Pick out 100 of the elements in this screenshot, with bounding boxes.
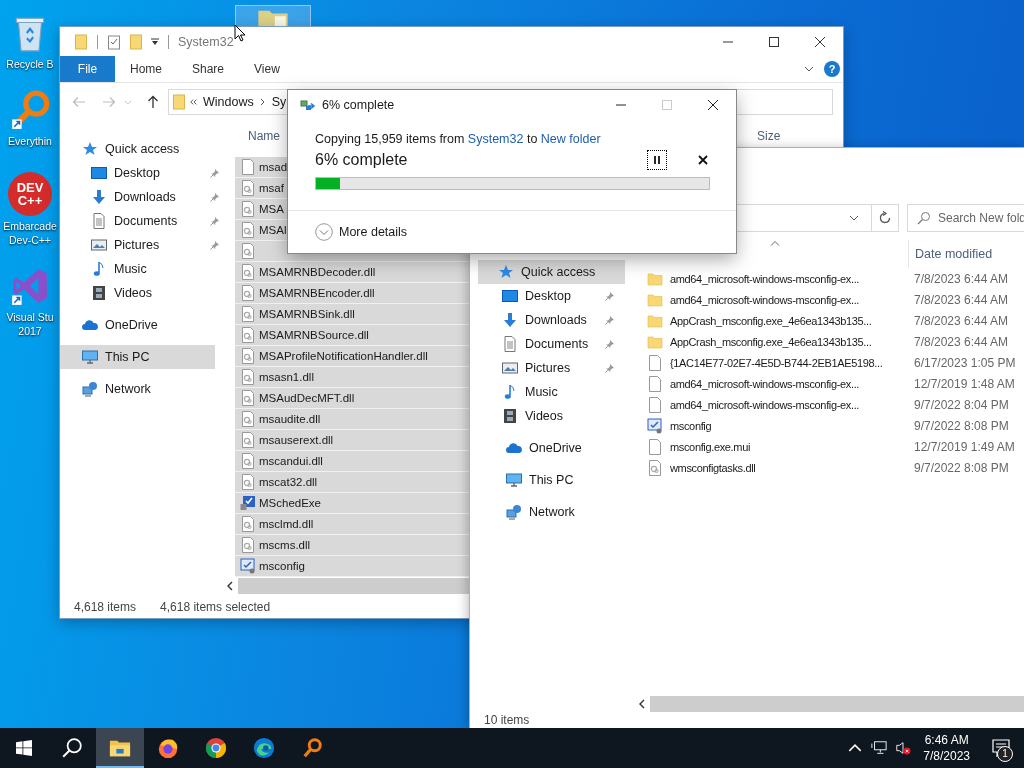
cloud-icon bbox=[506, 440, 522, 456]
pin-icon bbox=[210, 240, 220, 250]
file-name[interactable]: amd64_microsoft-windows-msconfig-ex... bbox=[670, 272, 914, 285]
notifications-button[interactable]: 1 bbox=[978, 728, 1024, 768]
file-item[interactable]: mscms.dll bbox=[235, 535, 470, 556]
file-item[interactable]: msasn1.dll bbox=[235, 367, 470, 388]
file-name[interactable]: msconfig.exe.mui bbox=[670, 440, 914, 453]
nav-item[interactable]: OneDrive bbox=[478, 436, 625, 460]
settings-file-icon bbox=[240, 348, 256, 364]
ribbon-tab[interactable]: View bbox=[239, 56, 295, 82]
network-icon[interactable] bbox=[871, 740, 888, 756]
nav-item[interactable]: Quick access bbox=[478, 260, 625, 284]
more-details-button[interactable]: More details bbox=[315, 223, 408, 241]
nav-item[interactable]: Quick access bbox=[60, 137, 230, 161]
column-header[interactable]: Date modified bbox=[908, 240, 993, 268]
file-name[interactable]: amd64_microsoft-windows-msconfig-ex... bbox=[670, 398, 914, 411]
settings-file-icon bbox=[240, 201, 256, 217]
file-name[interactable]: {1AC14E77-02E7-4E5D-B744-2EB1AE5198... bbox=[670, 356, 914, 369]
file-item[interactable]: mscandui.dll bbox=[235, 451, 470, 472]
link[interactable]: System32 bbox=[467, 132, 524, 146]
nav-item[interactable]: Desktop bbox=[478, 284, 625, 308]
file-name[interactable]: AppCrash_msconfig.exe_4e6ea1343b135... bbox=[670, 335, 914, 348]
file-item[interactable]: MSAudDecMFT.dll bbox=[235, 388, 470, 409]
browser-circle-icon bbox=[205, 737, 227, 759]
close-icon bbox=[698, 155, 708, 165]
settings-file-icon bbox=[240, 327, 256, 343]
file-menu-button[interactable]: File bbox=[60, 56, 115, 82]
nav-item[interactable]: This PC bbox=[60, 345, 215, 369]
notification-badge: 1 bbox=[997, 746, 1013, 762]
settings-file-icon bbox=[240, 537, 256, 553]
pin-icon bbox=[605, 291, 615, 301]
muted-speaker-icon[interactable] bbox=[895, 740, 912, 756]
nav-item[interactable]: Pictures bbox=[478, 356, 625, 380]
file-name[interactable]: amd64_microsoft-windows-msconfig-ex... bbox=[670, 377, 914, 390]
file-item[interactable]: MSAProfileNotificationHandler.dll bbox=[235, 346, 470, 367]
ribbon-tab[interactable]: Home bbox=[115, 56, 177, 82]
nav-item[interactable]: This PC bbox=[478, 468, 625, 492]
app-logo[interactable]: DEV C++ bbox=[8, 172, 52, 216]
file-item[interactable]: MSAMRNBSink.dll bbox=[235, 304, 470, 325]
nav-item[interactable]: Documents bbox=[478, 332, 625, 356]
scroll-left-icon[interactable] bbox=[227, 581, 233, 591]
scroll-left-icon[interactable] bbox=[639, 699, 645, 709]
checklist-icon[interactable] bbox=[108, 33, 120, 50]
file-name[interactable]: msconfig bbox=[670, 419, 914, 432]
file-item[interactable]: msconfig bbox=[235, 556, 470, 577]
nav-item[interactable]: Desktop bbox=[60, 161, 230, 185]
clock[interactable]: 6:46 AM 7/8/2023 bbox=[915, 728, 978, 768]
music-note-icon bbox=[91, 261, 107, 277]
magnifier-icon bbox=[301, 737, 323, 759]
breadcrumb-item[interactable]: Windows bbox=[203, 95, 254, 109]
down-arrow-icon bbox=[502, 312, 518, 328]
link[interactable]: New folder bbox=[540, 132, 601, 146]
nav-item[interactable]: Network bbox=[60, 377, 230, 401]
folder-icon bbox=[647, 291, 663, 308]
nav-item[interactable]: Downloads bbox=[60, 185, 230, 209]
file-name[interactable]: wmsconfigtasks.dll bbox=[670, 461, 914, 474]
chevron-right-icon[interactable] bbox=[258, 98, 267, 106]
file-icon bbox=[647, 438, 663, 455]
date-modified-cell: 12/7/2019 1:49 AM bbox=[914, 439, 1015, 454]
scrollbar[interactable] bbox=[650, 696, 1024, 712]
pin-icon bbox=[210, 168, 220, 178]
file-item[interactable]: MSAMRNBSource.dll bbox=[235, 325, 470, 346]
file-item[interactable]: MSAMRNBDecoder.dll bbox=[235, 262, 470, 283]
breadcrumb-item[interactable]: Sy bbox=[271, 95, 287, 109]
nav-item[interactable]: Documents bbox=[60, 209, 230, 233]
windows-logo-icon bbox=[16, 740, 32, 756]
up-arrow-icon[interactable] bbox=[146, 95, 160, 109]
nav-item[interactable]: Downloads bbox=[478, 308, 625, 332]
nav-item[interactable]: Network bbox=[478, 500, 625, 524]
nav-item[interactable]: Videos bbox=[60, 281, 230, 305]
file-name[interactable]: amd64_microsoft-windows-msconfig-ex... bbox=[670, 293, 914, 306]
file-item[interactable]: msclmd.dll bbox=[235, 514, 470, 535]
nav-item[interactable]: Music bbox=[60, 257, 230, 281]
folder-icon bbox=[647, 270, 663, 287]
date-modified-cell: 7/8/2023 6:44 AM bbox=[914, 313, 1009, 328]
settings-file-icon bbox=[240, 285, 256, 301]
file-name[interactable]: AppCrash_msconfig.exe_4e6ea1343b135... bbox=[670, 314, 914, 327]
refresh-button[interactable] bbox=[871, 204, 899, 232]
nav-item[interactable]: Pictures bbox=[60, 233, 230, 257]
chevron-down-icon[interactable] bbox=[804, 66, 814, 72]
nav-item[interactable]: Music bbox=[478, 380, 625, 404]
file-item[interactable]: msaudite.dll bbox=[235, 409, 470, 430]
nav-item[interactable]: OneDrive bbox=[60, 313, 230, 337]
column-header[interactable]: Size bbox=[757, 128, 781, 143]
file-item[interactable]: MSAMRNBEncoder.dll bbox=[235, 283, 470, 304]
help-button[interactable]: ? bbox=[824, 61, 840, 77]
down-arrow-icon bbox=[91, 189, 107, 205]
cancel-button[interactable] bbox=[696, 153, 710, 167]
search-icon bbox=[917, 211, 931, 225]
nav-item[interactable]: Videos bbox=[478, 404, 625, 428]
ribbon-tab[interactable]: Share bbox=[177, 56, 240, 82]
file-item[interactable]: msauserext.dll bbox=[235, 430, 470, 451]
scrollbar[interactable] bbox=[238, 578, 470, 594]
double-chevron-icon[interactable] bbox=[190, 98, 198, 106]
taskbar-app-button[interactable] bbox=[96, 728, 144, 768]
magnifier-icon[interactable] bbox=[9, 89, 51, 131]
file-item[interactable]: mscat32.dll bbox=[235, 472, 470, 493]
pause-button[interactable] bbox=[648, 151, 666, 169]
dropdown-icon[interactable] bbox=[151, 37, 159, 46]
file-item[interactable]: MSchedExe bbox=[235, 493, 470, 514]
